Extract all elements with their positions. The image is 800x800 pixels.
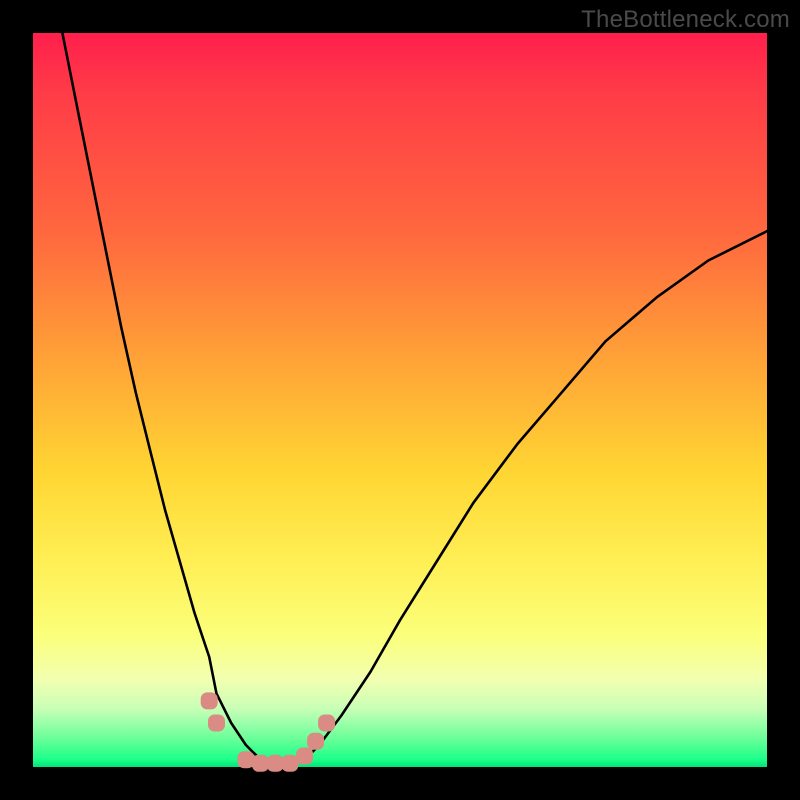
bottleneck-curve [62,33,767,763]
curve-marker [308,733,324,749]
curve-marker [209,715,225,731]
curve-marker [201,693,217,709]
curve-marker [297,748,313,764]
curve-marker [238,752,254,768]
curve-marker [319,715,335,731]
curve-marker [282,755,298,771]
watermark-text: TheBottleneck.com [581,6,790,34]
plot-area [33,33,767,767]
chart-svg [33,33,767,767]
curve-marker [253,755,269,771]
chart-frame: TheBottleneck.com [0,0,800,800]
curve-marker [267,755,283,771]
